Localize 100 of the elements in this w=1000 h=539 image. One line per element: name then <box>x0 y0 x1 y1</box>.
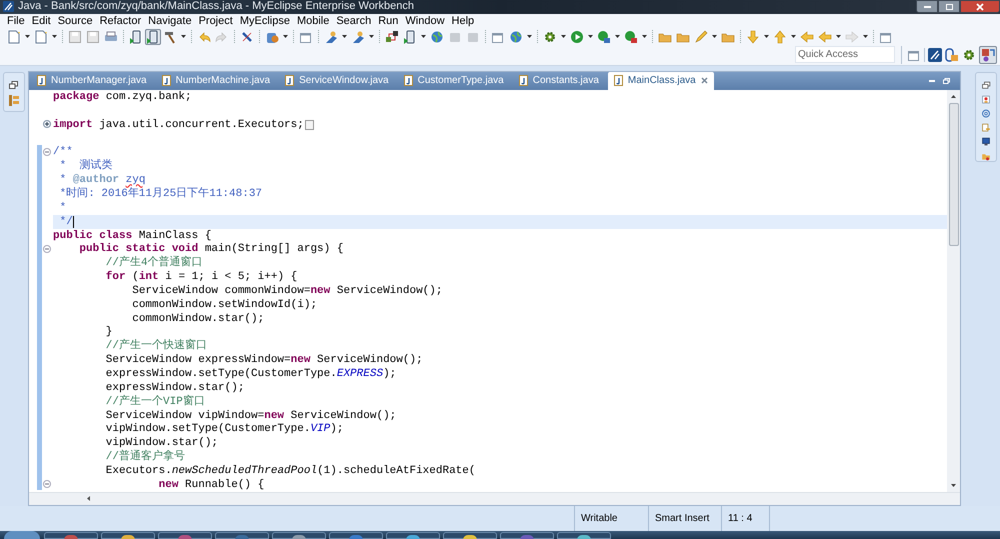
hammer-icon[interactable] <box>163 30 177 44</box>
caret-icon[interactable] <box>764 35 769 38</box>
code-line: *时间: 2016年11月25日下午11:48:37 <box>58 188 262 201</box>
taskbar-button[interactable] <box>443 532 497 539</box>
scroll-up-icon[interactable] <box>951 94 956 98</box>
code-line: * @author zyq <box>58 174 146 187</box>
code-line: public class MainClass { <box>53 230 212 243</box>
debug-icon[interactable] <box>597 30 611 44</box>
taskbar-button[interactable] <box>557 532 611 539</box>
taskbar-button[interactable] <box>44 532 98 539</box>
monitor-icon[interactable] <box>980 137 992 147</box>
caret-icon[interactable] <box>561 35 566 38</box>
code-line: //产生一个VIP窗口 <box>104 396 205 409</box>
java-file-icon <box>162 75 171 86</box>
device-icon[interactable] <box>403 30 417 44</box>
document-icon[interactable] <box>7 30 21 44</box>
horizontal-scrollbar[interactable] <box>29 492 960 505</box>
menu-item[interactable]: Navigate <box>145 16 195 27</box>
globe-icon[interactable] <box>430 30 444 44</box>
restore-icon[interactable] <box>9 80 18 89</box>
menu-item[interactable]: Mobile <box>294 16 332 27</box>
maximize-icon[interactable] <box>943 78 950 84</box>
code-line: for (int i = 1; i < 5; i++) { <box>104 271 298 284</box>
start-button[interactable] <box>4 531 40 539</box>
run-stop-icon[interactable] <box>624 30 638 44</box>
vertical-scrollbar[interactable] <box>947 90 960 492</box>
menu-item[interactable]: Source <box>54 16 96 27</box>
code-line: expressWindow.setType(CustomerType.EXPRESS); <box>104 368 396 381</box>
caret-icon[interactable] <box>181 35 186 38</box>
clipboard-icon[interactable] <box>945 48 959 62</box>
caret-icon[interactable] <box>527 35 532 38</box>
globe-icon[interactable] <box>509 30 523 44</box>
warning-icon[interactable] <box>980 94 992 104</box>
collapse-icon[interactable] <box>43 480 51 488</box>
gear-icon[interactable] <box>543 30 557 44</box>
taskbar-button[interactable] <box>215 532 269 539</box>
minimize-icon[interactable] <box>929 80 935 82</box>
menu-item[interactable]: Project <box>196 16 236 27</box>
editor-tab[interactable]: MainClass.java <box>608 72 714 90</box>
collapse-icon[interactable] <box>43 244 51 253</box>
menu-item[interactable]: Run <box>375 16 402 27</box>
caret-icon[interactable] <box>642 35 647 38</box>
taskbar-button[interactable] <box>386 532 440 539</box>
app-logo-icon <box>3 1 14 12</box>
caret-icon[interactable] <box>588 35 593 38</box>
play-icon[interactable] <box>570 30 584 44</box>
gear-icon[interactable] <box>962 48 976 62</box>
person-icon[interactable] <box>351 30 365 44</box>
caret-icon[interactable] <box>52 35 57 38</box>
folder-icon[interactable] <box>980 152 992 161</box>
quick-access-field[interactable]: Quick Access <box>795 46 895 64</box>
taskbar-button[interactable] <box>101 532 155 539</box>
caret-icon[interactable] <box>615 35 620 38</box>
code-line: //产生一个快速窗口 <box>104 340 208 354</box>
caret-icon[interactable] <box>863 35 868 38</box>
network-icon[interactable] <box>385 30 399 44</box>
scroll-left-icon[interactable] <box>87 496 90 502</box>
caret-icon[interactable] <box>712 35 717 38</box>
taskbar-button[interactable] <box>272 532 326 539</box>
device-icon[interactable] <box>129 30 143 44</box>
logo-icon[interactable] <box>928 48 942 62</box>
scrollbar-thumb[interactable] <box>948 102 958 246</box>
folded-code-marker[interactable] <box>304 120 314 130</box>
menu-item[interactable]: Help <box>448 16 478 27</box>
restore-icon[interactable] <box>980 80 992 90</box>
code-line: vipWindow.star(); <box>104 437 218 450</box>
caret-icon[interactable] <box>369 35 374 38</box>
menu-item[interactable]: Refactor <box>96 16 144 27</box>
caret-icon[interactable] <box>283 35 288 38</box>
close-button[interactable] <box>960 0 1000 13</box>
menu-item[interactable]: Edit <box>28 16 54 27</box>
close-icon[interactable] <box>700 77 708 84</box>
caret-icon[interactable] <box>25 35 30 38</box>
taskbar-button[interactable] <box>158 532 212 539</box>
printer-icon[interactable] <box>104 30 118 44</box>
restore-button[interactable] <box>938 0 960 13</box>
menu-item[interactable]: MyEclipse <box>236 16 293 27</box>
person-icon[interactable] <box>324 30 338 44</box>
caret-icon[interactable] <box>791 35 796 38</box>
collapse-icon[interactable] <box>43 148 51 156</box>
menu-item[interactable]: File <box>4 16 28 27</box>
code-line: package com.zyq.bank; <box>53 91 192 104</box>
hierarchy-icon[interactable] <box>8 94 18 106</box>
caret-icon[interactable] <box>342 35 347 38</box>
minimize-button[interactable] <box>916 0 938 13</box>
pen-icon[interactable] <box>240 30 254 44</box>
menu-item[interactable]: Window <box>402 16 448 27</box>
caret-icon[interactable] <box>836 35 841 38</box>
taskbar-button[interactable] <box>329 532 383 539</box>
document-icon[interactable] <box>34 30 48 44</box>
scroll-down-icon[interactable] <box>951 484 956 487</box>
menu-item[interactable]: Search <box>333 16 374 27</box>
code-line: */ <box>58 216 73 229</box>
close-icon <box>976 2 984 10</box>
at-sign-icon[interactable] <box>980 109 992 118</box>
document-arrow-icon[interactable] <box>980 123 992 132</box>
expand-icon[interactable] <box>43 120 51 128</box>
undo-icon[interactable] <box>197 30 211 44</box>
caret-icon[interactable] <box>421 35 426 38</box>
taskbar-button[interactable] <box>500 532 554 539</box>
